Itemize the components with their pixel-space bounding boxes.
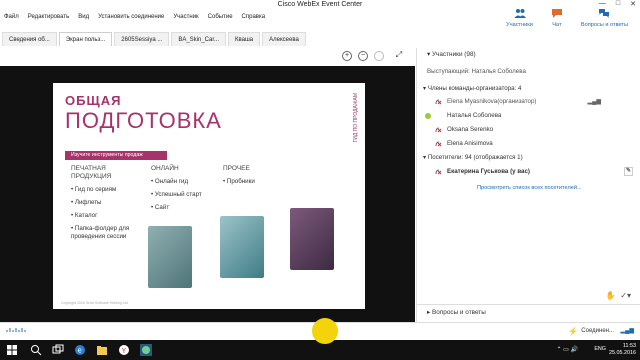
participant-row[interactable]: Екатерина Гуськова (у вас) ✎ xyxy=(417,167,640,177)
view-all-attendees-link[interactable]: Просмотреть список всех посетителей... xyxy=(477,185,582,191)
brochure-images xyxy=(148,208,358,298)
fullscreen-button[interactable]: ⤢ xyxy=(394,51,404,61)
no-audio-icon xyxy=(435,141,442,147)
menu-participant[interactable]: Участник xyxy=(173,14,198,20)
input-language[interactable]: ENG xyxy=(594,346,606,352)
svg-text:e: e xyxy=(78,347,82,355)
no-audio-icon xyxy=(435,127,442,133)
file-explorer-icon[interactable] xyxy=(96,344,108,356)
zoom-out-button[interactable]: − xyxy=(358,51,368,61)
menu-file[interactable]: Файл xyxy=(4,14,19,20)
menu-event[interactable]: Событие xyxy=(208,14,233,20)
search-icon[interactable] xyxy=(30,344,42,356)
slide-item: • Онлайн гид xyxy=(151,178,189,185)
qa-panel-header[interactable]: ▸ Вопросы и ответы xyxy=(417,304,640,320)
participants-toggle[interactable]: Участники xyxy=(506,8,533,46)
window-title: Cisco WebEx Event Center xyxy=(277,1,363,8)
webex-icon[interactable] xyxy=(140,344,152,356)
participant-row[interactable]: Elena Myasnikova(организатор) ▂▄▆ xyxy=(417,97,640,107)
menu-help[interactable]: Справка xyxy=(242,14,266,20)
chat-icon xyxy=(551,9,562,18)
slide-item: • Пробники xyxy=(223,178,255,185)
tab-screen-share[interactable]: Экран польз... xyxy=(58,32,113,46)
stage-toolbar xyxy=(0,48,415,66)
edit-icon[interactable]: ✎ xyxy=(624,167,633,176)
mouse-cursor-highlight xyxy=(312,318,338,344)
participant-row[interactable]: Oksana Serenko xyxy=(417,125,640,135)
panel-toggle-bar: Участники Чат Вопросы и ответы xyxy=(418,8,640,46)
slide-item: • Успешный старт xyxy=(151,191,202,198)
slide-item: • Лифлеты xyxy=(71,199,102,206)
yandex-browser-icon[interactable]: Y xyxy=(118,344,130,356)
tab-skin-care[interactable]: BA_Skin_Car... xyxy=(171,32,227,46)
menu-bar: Файл Редактировать Вид Установить соедин… xyxy=(0,10,265,24)
document-tabs: Сведения об... Экран польз... 2605Sessiy… xyxy=(2,32,306,47)
fit-button[interactable]: · xyxy=(374,51,384,61)
raise-hand-controls: ✋ ✓▾ xyxy=(417,291,640,301)
no-audio-icon xyxy=(435,169,442,175)
hosts-section[interactable]: ▾ Члены команды-организатора: 4 xyxy=(417,84,640,94)
slide-footer: Copyright 2016 Grow Software Holding Ltd… xyxy=(61,301,129,305)
participants-panel: ▾ Участники (98) Выступающий: Наталья Со… xyxy=(416,48,640,322)
presenter-icon xyxy=(425,113,431,119)
tab-info[interactable]: Сведения об... xyxy=(2,32,57,46)
system-clock[interactable]: 11:53 25.05.2016 xyxy=(609,343,636,356)
maximize-button[interactable]: □ xyxy=(616,0,620,8)
slide-item: • Гид по сериям xyxy=(71,186,117,193)
tab-alekseeva[interactable]: Алексеева xyxy=(262,32,306,46)
qa-icon xyxy=(599,9,610,18)
participant-row[interactable]: Elena Anisimova xyxy=(417,139,640,149)
raise-hand-icon[interactable]: ✋ xyxy=(606,291,616,300)
slide-item: • Папка-фолдер для проведения сессии xyxy=(71,225,130,240)
speaker-line: Выступающий: Наталья Соболева xyxy=(427,68,526,75)
shared-slide: ОБЩАЯ ПОДГОТОВКА ГИД ПО ПРОДАЖАМ Изучите… xyxy=(53,83,365,309)
tab-kvasha[interactable]: Кваша xyxy=(228,32,261,46)
task-view-icon[interactable] xyxy=(52,344,64,356)
menu-edit[interactable]: Редактировать xyxy=(28,14,69,20)
svg-text:Y: Y xyxy=(121,347,127,355)
zoom-in-button[interactable]: + xyxy=(342,51,352,61)
tab-session[interactable]: 2605Sessiya ... xyxy=(114,32,170,46)
slide-heading-1: ОБЩАЯ xyxy=(65,93,122,108)
slide-item: • Каталог xyxy=(71,212,98,219)
slide-col-other: ПРОЧЕЕ • Пробники xyxy=(223,165,283,186)
slide-col-print: ПЕЧАТНАЯ ПРОДУКЦИЯ • Гид по сериям • Лиф… xyxy=(71,165,149,241)
brochure-image xyxy=(220,216,264,278)
slide-strip: Изучите инструменты продаж xyxy=(65,151,167,160)
edge-icon[interactable]: e xyxy=(74,344,86,356)
menu-view[interactable]: Вид xyxy=(78,14,89,20)
attendees-section[interactable]: ▾ Посетители: 94 (отображается 1) xyxy=(417,153,640,163)
cisco-logo-icon xyxy=(6,328,26,332)
brochure-image xyxy=(290,208,334,270)
participant-row[interactable]: Наталья Соболева xyxy=(417,111,640,121)
slide-col-online: ОНЛАЙН • Онлайн гид • Успешный старт • С… xyxy=(151,165,221,212)
minimize-button[interactable]: — xyxy=(599,0,606,8)
close-button[interactable]: ✕ xyxy=(630,0,636,8)
chat-toggle[interactable]: Чат xyxy=(551,8,563,46)
slide-heading-2: ПОДГОТОВКА xyxy=(65,108,222,133)
tray-icons: ⌃ ▭ 🔊 xyxy=(556,347,578,353)
connection-bars-icon: ▂▄▆ xyxy=(620,328,634,334)
connection-status: Соединен... xyxy=(581,328,614,334)
windows-start-icon[interactable] xyxy=(6,344,18,356)
slide-side-label: ГИД ПО ПРОДАЖАМ xyxy=(353,93,359,143)
qa-toggle[interactable]: Вопросы и ответы xyxy=(581,8,628,46)
feedback-icon[interactable]: ✓▾ xyxy=(620,291,631,300)
menu-connect[interactable]: Установить соединение xyxy=(98,14,164,20)
brochure-image xyxy=(148,226,192,288)
participants-header[interactable]: ▾ Участники (98) xyxy=(417,48,640,62)
connection-icon: ⚡ xyxy=(568,327,578,336)
participants-icon xyxy=(514,9,526,18)
no-audio-icon xyxy=(435,99,442,105)
window-controls: — □ ✕ xyxy=(599,0,636,8)
signal-icon: ▂▄▆ xyxy=(587,99,601,105)
